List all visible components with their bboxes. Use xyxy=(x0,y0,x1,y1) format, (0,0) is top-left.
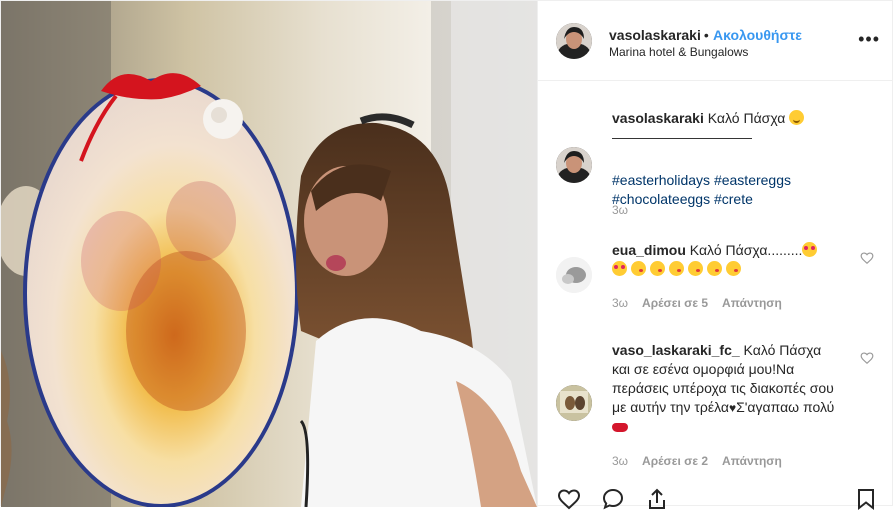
kiss-face-emoji-icon xyxy=(688,261,703,276)
kiss-face-emoji-icon xyxy=(650,261,665,276)
heart-outline-icon[interactable] xyxy=(556,487,582,511)
reply-button[interactable]: Απάντηση xyxy=(722,454,782,468)
bookmark-icon[interactable] xyxy=(854,487,878,511)
post-location[interactable]: Marina hotel & Bungalows xyxy=(609,45,748,59)
share-icon[interactable] xyxy=(644,487,670,511)
caption-rule: —————————— xyxy=(612,129,752,145)
like-comment-heart-icon[interactable] xyxy=(860,351,874,365)
comment-age[interactable]: 3ω xyxy=(612,454,628,468)
caption-body: Καλό Πάσχα xyxy=(703,110,790,126)
caption-text: vasolaskaraki Καλό Πάσχα —————————— #eas… xyxy=(612,109,830,209)
caption-avatar[interactable] xyxy=(556,147,592,183)
follow-button[interactable]: Ακολουθήστε xyxy=(713,27,802,43)
heart-eyes-emoji-icon xyxy=(802,242,818,257)
hashtag-link[interactable]: #eastereggs xyxy=(714,172,791,188)
comment-meta: 3ω Αρέσει σε 5 Απάντηση xyxy=(612,296,796,310)
speech-bubble-icon[interactable] xyxy=(600,487,626,511)
comment-likes-link[interactable]: Αρέσει σε 2 xyxy=(642,454,708,468)
comment-text: eua_dimou Καλό Πάσχα......... xyxy=(612,241,830,279)
photo-easter-egg-woman xyxy=(1,1,537,507)
author-username[interactable]: vasolaskaraki • xyxy=(609,27,712,43)
comment-age[interactable]: 3ω xyxy=(612,296,628,310)
comment-username[interactable]: eua_dimou xyxy=(612,242,686,258)
caption-meta: 3ω xyxy=(612,203,642,217)
more-options-icon[interactable]: ••• xyxy=(858,29,880,50)
post-photo[interactable] xyxy=(1,1,537,507)
instagram-post: vasolaskaraki • Ακολουθήστε Marina hotel … xyxy=(0,0,893,511)
comment-meta: 3ω Αρέσει σε 2 Απάντηση xyxy=(612,454,796,468)
kiss-face-emoji-icon xyxy=(669,261,684,276)
author-avatar[interactable] xyxy=(556,23,592,59)
kiss-mark-emoji-icon xyxy=(612,423,628,432)
commenter-avatar[interactable] xyxy=(556,385,592,421)
hashtag-link[interactable]: #easterholidays xyxy=(612,172,710,188)
kiss-face-emoji-icon xyxy=(707,261,722,276)
author-name-text[interactable]: vasolaskaraki xyxy=(609,27,701,43)
hashtag-link[interactable]: #crete xyxy=(714,191,753,207)
like-comment-heart-icon[interactable] xyxy=(860,251,874,265)
comment-likes-link[interactable]: Αρέσει σε 5 xyxy=(642,296,708,310)
comment-body: Καλό Πάσχα......... xyxy=(685,242,803,258)
smiling-face-emoji-icon xyxy=(789,110,805,125)
comment-body-end: Σ'αγαπαω πολύ xyxy=(736,399,835,415)
comment-text: vaso_laskaraki_fc_ Καλό Πάσχα και σε εσέ… xyxy=(612,341,842,437)
post-sidebar: vasolaskaraki • Ακολουθήστε Marina hotel … xyxy=(537,1,892,511)
post-actions-bar xyxy=(538,487,892,511)
comment-username[interactable]: vaso_laskaraki_fc_ xyxy=(612,342,740,358)
caption-username[interactable]: vasolaskaraki xyxy=(612,110,704,126)
reply-button[interactable]: Απάντηση xyxy=(722,296,782,310)
commenter-avatar[interactable] xyxy=(556,257,592,293)
header-separator: • xyxy=(703,27,709,43)
kiss-face-emoji-icon xyxy=(726,261,741,276)
caption-age[interactable]: 3ω xyxy=(612,203,628,217)
post-header: vasolaskaraki • Ακολουθήστε Marina hotel … xyxy=(538,1,892,81)
heart-eyes-emoji-icon xyxy=(612,261,627,276)
kiss-face-emoji-icon xyxy=(631,261,646,276)
